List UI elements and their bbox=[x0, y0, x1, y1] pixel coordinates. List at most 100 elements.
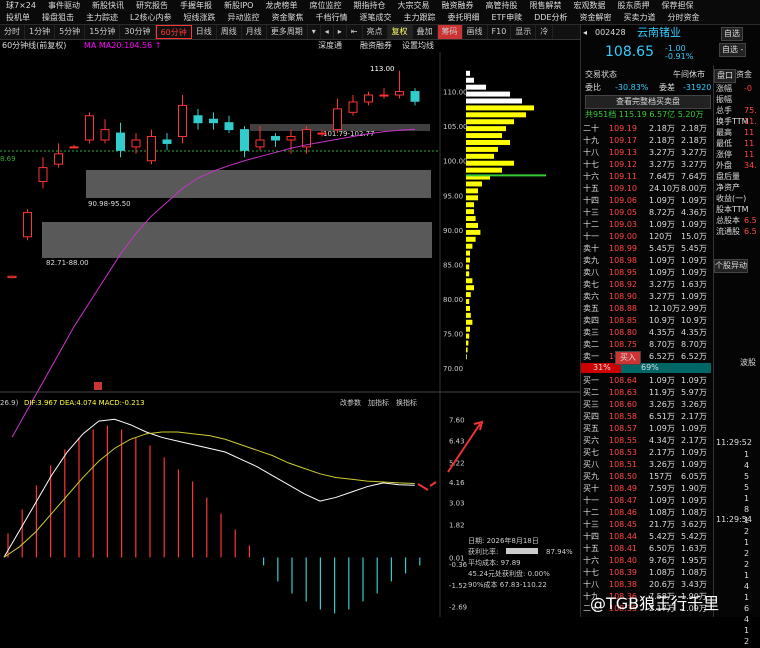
macd-tab-param[interactable]: 改参数 bbox=[340, 398, 361, 407]
toolbar-item[interactable]: 冷 bbox=[536, 25, 554, 39]
menu-item[interactable]: 新股IPO bbox=[218, 0, 259, 12]
menu-item[interactable]: 球7×24 bbox=[0, 0, 42, 12]
tab-ma-settings[interactable]: 设置均线 bbox=[402, 40, 434, 52]
book-row[interactable]: 卖二 108.75 8.70万 8.70万 bbox=[581, 339, 711, 351]
book-row[interactable]: 卖八 108.95 1.09万 1.09万 bbox=[581, 267, 711, 279]
toolbar-item[interactable]: 分时 bbox=[0, 25, 25, 39]
menu-item[interactable]: 高管持股 bbox=[479, 0, 523, 12]
book-row[interactable]: 买五 108.57 1.09万 1.09万 bbox=[581, 423, 711, 435]
book-row[interactable]: 买三 108.60 3.26万 3.26万 bbox=[581, 399, 711, 411]
book-row[interactable]: 卖三 108.80 4.35万 4.35万 bbox=[581, 327, 711, 339]
tab-margin[interactable]: 融资融券 bbox=[360, 40, 392, 52]
toolbar-item[interactable]: ▸ bbox=[334, 25, 347, 39]
book-row[interactable]: 十五 109.10 24.10万 8.00万 bbox=[581, 183, 711, 195]
main-chart[interactable]: 101.79-102.77 90.98-95.50 82.71-88.00 11… bbox=[0, 52, 580, 617]
book-row[interactable]: 买八 108.51 3.26万 1.09万 bbox=[581, 459, 711, 471]
toolbar-item[interactable]: 1分钟 bbox=[25, 25, 56, 39]
menu-item[interactable]: DDE分析 bbox=[528, 12, 573, 24]
toolbar-item[interactable]: 显示 bbox=[511, 25, 537, 39]
menu-item[interactable]: 主力踪迹 bbox=[80, 12, 124, 24]
book-row[interactable]: 卖九 108.98 1.09万 1.09万 bbox=[581, 255, 711, 267]
menu-item[interactable]: 大宗交易 bbox=[391, 0, 435, 12]
menu-item[interactable]: 研究报告 bbox=[130, 0, 174, 12]
toolbar-item[interactable]: 更多周期 bbox=[267, 25, 308, 39]
book-row[interactable]: 卖七 108.92 3.27万 1.63万 bbox=[581, 279, 711, 291]
book-row[interactable]: 十一 108.47 1.09万 1.09万 bbox=[581, 495, 711, 507]
toolbar-item[interactable]: 亮点 bbox=[363, 25, 388, 39]
macd-tab-add[interactable]: 加指标 bbox=[368, 398, 389, 407]
book-row[interactable]: 卖十 108.99 5.45万 5.45万 bbox=[581, 243, 711, 255]
toolbar-item[interactable]: 复权 bbox=[387, 25, 413, 39]
menu-item[interactable]: ETF申赎 bbox=[486, 12, 529, 24]
buy-button[interactable]: 买入 bbox=[615, 351, 641, 365]
menu-item[interactable]: 分时资金 bbox=[661, 12, 705, 24]
toolbar-item[interactable]: 画线 bbox=[463, 25, 488, 39]
menu-item[interactable]: 期指持仓 bbox=[347, 0, 391, 12]
book-row[interactable]: 十三 108.45 21.7万 3.62万 bbox=[581, 519, 711, 531]
toolbar-item[interactable]: ◂ bbox=[321, 25, 334, 39]
menu-item[interactable]: 保荐担保 bbox=[655, 0, 699, 12]
toolbar-item[interactable]: 月线 bbox=[242, 25, 267, 39]
menu-item[interactable]: 操盘狙击 bbox=[36, 12, 80, 24]
toolbar-item[interactable]: 筹码 bbox=[437, 25, 463, 39]
book-row[interactable]: 买一 108.64 1.09万 1.09万 bbox=[581, 375, 711, 387]
tab-funds[interactable]: 资金 bbox=[736, 69, 752, 81]
menu-item[interactable]: 龙虎榜单 bbox=[259, 0, 303, 12]
toolbar-item[interactable]: ⇤ bbox=[347, 25, 363, 39]
book-row[interactable]: 买七 108.53 2.17万 1.09万 bbox=[581, 447, 711, 459]
menu-item[interactable]: 委托明细 bbox=[442, 12, 486, 24]
book-row[interactable]: 十九 109.17 2.18万 2.18万 bbox=[581, 135, 711, 147]
book-row[interactable]: 十三 109.05 8.72万 4.36万 bbox=[581, 207, 711, 219]
book-row[interactable]: 十四 108.44 5.42万 5.42万 bbox=[581, 531, 711, 543]
toolbar-item[interactable]: 5分钟 bbox=[55, 25, 86, 39]
toolbar-item[interactable]: ▾ bbox=[308, 25, 321, 39]
book-row[interactable]: 买十 108.49 7.59万 1.90万 bbox=[581, 483, 711, 495]
menu-item[interactable]: 千档行情 bbox=[310, 12, 354, 24]
alert-tab[interactable]: 个股异动 bbox=[714, 259, 748, 273]
book-row[interactable]: 买二 108.63 11.9万 5.97万 bbox=[581, 387, 711, 399]
collapse-icon[interactable]: ◂ bbox=[583, 27, 587, 39]
book-row[interactable]: 卖五 108.88 12.10万 2.99万 bbox=[581, 303, 711, 315]
toolbar-item[interactable]: 周线 bbox=[217, 25, 242, 39]
menu-item[interactable]: 宏观数据 bbox=[567, 0, 611, 12]
menu-item[interactable]: 主力跟踪 bbox=[398, 12, 442, 24]
menu-item[interactable]: 融资融券 bbox=[435, 0, 479, 12]
view-full-book-button[interactable]: 查看完整档买卖盘 bbox=[585, 95, 711, 109]
add-watch-button[interactable]: 自选 - bbox=[719, 43, 747, 57]
book-row[interactable]: 十二 109.03 1.09万 1.09万 bbox=[581, 219, 711, 231]
menu-item[interactable]: 手握年报 bbox=[174, 0, 218, 12]
menu-item[interactable]: 投机单 bbox=[0, 12, 36, 24]
book-row[interactable]: 十五 108.41 6.50万 1.63万 bbox=[581, 543, 711, 555]
self-select-button[interactable]: 自选 bbox=[721, 27, 743, 41]
menu-item[interactable]: 资金聚焦 bbox=[266, 12, 310, 24]
tab-depth[interactable]: 深度通 bbox=[318, 40, 342, 52]
toolbar-item[interactable]: 15分钟 bbox=[85, 25, 121, 39]
book-row[interactable]: 卖四 108.85 10.9万 10.9万 bbox=[581, 315, 711, 327]
book-row[interactable]: 买四 108.58 6.51万 2.17万 bbox=[581, 411, 711, 423]
toolbar-item[interactable]: 叠加 bbox=[413, 25, 438, 39]
toolbar-item[interactable]: 日线 bbox=[192, 25, 217, 39]
menu-item[interactable]: L2核心内参 bbox=[124, 12, 178, 24]
macd-tab-switch[interactable]: 换指标 bbox=[396, 398, 417, 407]
menu-item[interactable]: 买卖力道 bbox=[617, 12, 661, 24]
book-row[interactable]: 买九 108.50 157万 6.05万 bbox=[581, 471, 711, 483]
book-row[interactable]: 买六 108.55 4.34万 2.17万 bbox=[581, 435, 711, 447]
book-row[interactable]: 十六 109.11 7.64万 7.64万 bbox=[581, 171, 711, 183]
menu-item[interactable]: 资金解密 bbox=[573, 12, 617, 24]
book-row[interactable]: 二十 109.19 2.18万 2.18万 bbox=[581, 123, 711, 135]
toolbar-item[interactable]: 30分钟 bbox=[120, 25, 156, 39]
book-row[interactable]: 十四 109.06 1.09万 1.09万 bbox=[581, 195, 711, 207]
book-row[interactable]: 十八 109.13 3.27万 3.27万 bbox=[581, 147, 711, 159]
toolbar-item[interactable]: F10 bbox=[488, 25, 512, 39]
menu-item[interactable]: 异动监控 bbox=[222, 12, 266, 24]
book-row[interactable]: 十一 109.00 120万 15.0万 bbox=[581, 231, 711, 243]
book-row[interactable]: 十六 108.40 9.76万 1.95万 bbox=[581, 555, 711, 567]
book-row[interactable]: 十七 109.12 3.27万 3.27万 bbox=[581, 159, 711, 171]
tab-pankou[interactable]: 盘口 bbox=[714, 69, 736, 83]
book-row[interactable]: 卖六 108.90 3.27万 1.09万 bbox=[581, 291, 711, 303]
toolbar-item[interactable]: 60分钟 bbox=[155, 25, 192, 39]
menu-item[interactable]: 事件驱动 bbox=[42, 0, 86, 12]
menu-item[interactable]: 新股快讯 bbox=[86, 0, 130, 12]
menu-item[interactable]: 股东质押 bbox=[611, 0, 655, 12]
book-row[interactable]: 十七 108.39 1.08万 1.08万 bbox=[581, 567, 711, 579]
